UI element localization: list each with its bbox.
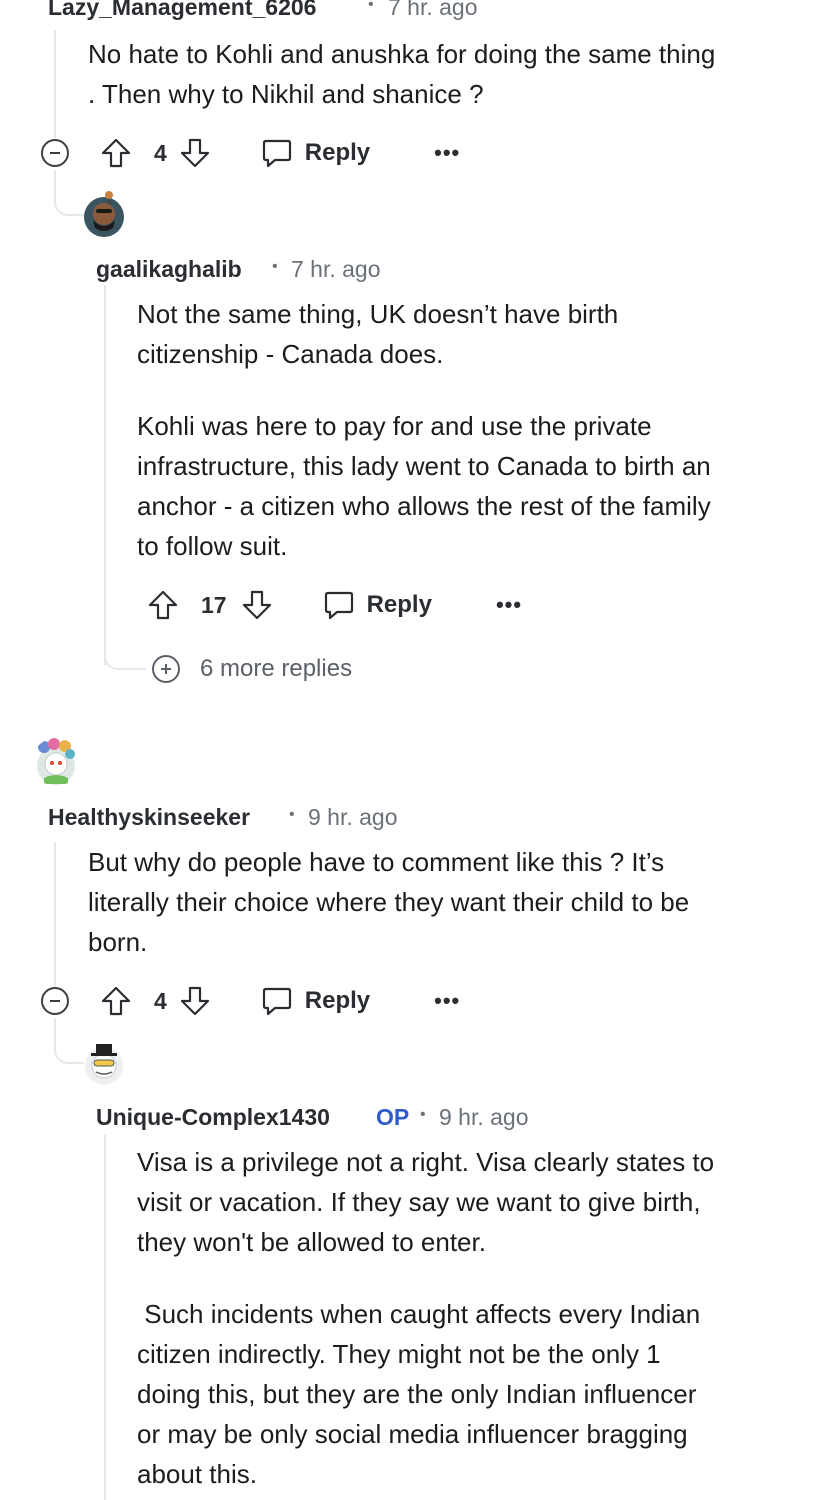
thread-line [104, 285, 106, 665]
reply-button[interactable]: Reply [323, 589, 432, 621]
comment-body-line: citizen indirectly. They might not be th… [137, 1339, 661, 1369]
downvote-button[interactable] [179, 137, 211, 169]
comment-body-line: citizenship - Canada does. [137, 339, 444, 369]
downvote-button[interactable] [241, 589, 273, 621]
comment-body-line: infrastructure, this lady went to Canada… [137, 451, 711, 481]
speech-bubble-icon [262, 139, 291, 168]
downvote-arrow-icon [180, 986, 209, 1016]
comment-body-line: born. [88, 927, 148, 957]
speech-bubble-icon [324, 591, 353, 620]
comment-body-line: Not the same thing, UK doesn’t have birt… [137, 299, 619, 329]
comment-body-line: literally their choice where they want t… [88, 887, 690, 917]
downvote-button[interactable] [179, 985, 211, 1017]
vote-count: 17 [201, 591, 227, 618]
avatar[interactable] [83, 190, 125, 238]
vote-count: 4 [154, 139, 167, 166]
comment-body-line: No hate to Kohli and anushka for doing t… [88, 39, 716, 69]
collapse-thread-button[interactable] [41, 139, 69, 167]
avatar-image [85, 1044, 123, 1085]
more-options-button[interactable]: ••• [434, 988, 460, 1014]
comment-body-line: doing this, but they are the only Indian… [137, 1379, 697, 1409]
upvote-arrow-icon [148, 590, 178, 620]
thread-elbow [54, 170, 86, 216]
comment-body-line: . Then why to Nikhil and shanice ? [88, 79, 484, 109]
upvote-button[interactable] [147, 589, 179, 621]
ellipsis-icon: ••• [495, 592, 523, 617]
comment-actions: 17 Reply ••• [147, 585, 522, 625]
reply-label: Reply [304, 139, 371, 166]
op-badge: OP [376, 1104, 410, 1130]
comment-actions: 4 Reply ••• [100, 133, 460, 173]
meta-separator: • [272, 258, 278, 275]
thread-line [104, 1135, 106, 1500]
avatar[interactable] [32, 738, 80, 786]
vote-count: 4 [154, 987, 167, 1014]
comment-body-line: visit or vacation. If they say we want t… [137, 1187, 701, 1217]
collapse-thread-button[interactable] [41, 987, 69, 1015]
thread-elbow [104, 640, 146, 670]
comment-body-line: Visa is a privilege not a right. Visa cl… [137, 1147, 715, 1177]
comment-actions: 4 Reply ••• [100, 981, 460, 1021]
downvote-arrow-icon [242, 590, 271, 620]
comment-author[interactable]: Healthyskinseeker [48, 804, 250, 831]
minus-circle-icon [50, 152, 60, 154]
comment-body-line: they won't be allowed to enter. [137, 1227, 486, 1257]
comment-time[interactable]: 7 hr. ago [388, 0, 478, 21]
more-options-button[interactable]: ••• [496, 592, 522, 618]
comment-body-line: about this. [137, 1459, 257, 1489]
more-replies-link[interactable]: 6 more replies [200, 655, 352, 683]
upvote-arrow-icon [101, 986, 131, 1016]
speech-bubble-icon [262, 987, 291, 1016]
upvote-button[interactable] [100, 985, 132, 1017]
minus-circle-icon [50, 1000, 60, 1002]
comment-body-line: Such incidents when caught affects every… [137, 1299, 701, 1329]
plus-circle-icon [161, 664, 171, 674]
comment-time[interactable]: 7 hr. ago [291, 256, 381, 283]
thread-line [54, 30, 56, 138]
avatar-image [37, 738, 75, 785]
comment-author[interactable]: Unique-Complex1430 [96, 1104, 330, 1131]
downvote-arrow-icon [180, 138, 209, 168]
more-options-button[interactable]: ••• [434, 140, 460, 166]
comment-body-line: or may be only social media influencer b… [137, 1419, 688, 1449]
reply-label: Reply [304, 987, 371, 1014]
expand-replies-button[interactable] [152, 655, 180, 683]
comment-body-line: anchor - a citizen who allows the rest o… [137, 491, 711, 521]
reply-button[interactable]: Reply [261, 985, 370, 1017]
thread-line [54, 842, 56, 987]
upvote-arrow-icon [101, 138, 131, 168]
ellipsis-icon: ••• [434, 140, 461, 165]
comment-author[interactable]: Lazy_Management_6206 [48, 0, 316, 21]
ellipsis-icon: ••• [434, 988, 461, 1013]
meta-separator: • [368, 0, 374, 13]
comment-body-line: to follow suit. [137, 531, 288, 561]
comment-body-line: But why do people have to comment like t… [88, 847, 665, 877]
comment-author[interactable]: gaalikaghalib [96, 256, 242, 283]
comment-time[interactable]: 9 hr. ago [308, 804, 398, 831]
meta-separator: • [289, 806, 295, 823]
meta-separator: • [420, 1106, 426, 1123]
comment-body-line: Kohli was here to pay for and use the pr… [137, 411, 652, 441]
comment-time[interactable]: 9 hr. ago [439, 1104, 529, 1131]
avatar[interactable] [80, 1038, 128, 1086]
avatar-image [84, 191, 124, 237]
reply-label: Reply [366, 591, 432, 618]
reply-button[interactable]: Reply [261, 137, 370, 169]
upvote-button[interactable] [100, 137, 132, 169]
